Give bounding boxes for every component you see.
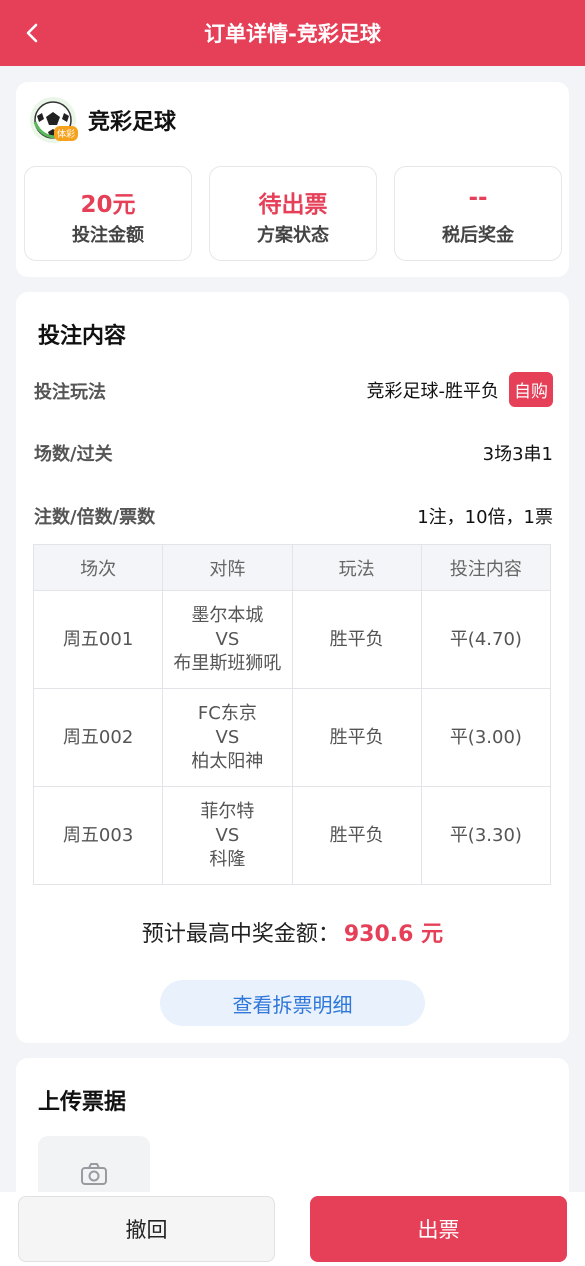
section-title: 投注内容: [38, 324, 127, 349]
stat-value: 20元: [80, 192, 136, 218]
page-title: 订单详情-竞彩足球: [204, 22, 381, 46]
vs-label: VS: [215, 628, 240, 650]
bet-pick: 平(3.00): [420, 688, 552, 787]
stat-after-tax-prize: -- 税后奖金: [394, 166, 562, 261]
camera-icon: [81, 1163, 107, 1185]
home-team: 墨尔本城: [191, 604, 264, 626]
self-buy-badge: 自购: [509, 372, 553, 407]
play-type: 胜平负: [291, 786, 422, 885]
column-header: 对阵: [162, 544, 293, 591]
lottery-header: 体彩 竞彩足球: [30, 96, 176, 144]
section-title: 上传票据: [38, 1090, 127, 1115]
matchup: FC东京 VS 柏太阳神: [162, 688, 293, 787]
home-team: FC东京: [197, 702, 257, 724]
bet-content-card: 投注内容 投注玩法 竞彩足球-胜平负 自购 场数/过关 3场3串1 注数/倍数/…: [16, 292, 569, 1043]
count-value: 1注，10倍，1票: [417, 507, 553, 528]
table-header-row: 场次 对阵 玩法 投注内容: [32, 544, 552, 591]
match-no: 周五002: [32, 688, 164, 787]
table-row: 周五002 FC东京 VS 柏太阳神 胜平负 平(3.00): [32, 688, 552, 787]
top-bar: 订单详情-竞彩足球: [0, 0, 585, 66]
stat-value: 待出票: [258, 192, 328, 218]
issue-ticket-button[interactable]: 出票: [310, 1196, 567, 1262]
view-ticket-detail-button[interactable]: 查看拆票明细: [160, 980, 425, 1026]
play-value: 竞彩足球-胜平负: [366, 380, 500, 402]
withdraw-button[interactable]: 撤回: [18, 1196, 275, 1262]
bottom-action-bar: 撤回 出票: [0, 1192, 585, 1266]
matchup: 菲尔特 VS 科隆: [162, 786, 293, 885]
play-type: 胜平负: [291, 590, 422, 689]
lottery-badge: 体彩: [53, 126, 78, 141]
bet-pick: 平(4.70): [420, 590, 552, 689]
away-team: 科隆: [209, 848, 246, 870]
stat-plan-status: 待出票 方案状态: [209, 166, 377, 261]
away-team: 柏太阳神: [191, 750, 264, 772]
pass-value: 3场3串1: [482, 444, 553, 465]
column-header: 投注内容: [420, 544, 552, 591]
play-type: 胜平负: [291, 688, 422, 787]
max-prize-value: 930.6 元: [343, 922, 444, 947]
summary-card: 体彩 竞彩足球 20元 投注金额 待出票 方案状态 -- 税后奖金: [16, 82, 569, 277]
column-header: 玩法: [291, 544, 422, 591]
vs-label: VS: [215, 824, 240, 846]
table-row: 周五003 菲尔特 VS 科隆 胜平负 平(3.30): [32, 786, 552, 885]
lottery-name: 竞彩足球: [88, 110, 177, 135]
count-label: 注数/倍数/票数: [34, 507, 156, 528]
bet-pick: 平(3.30): [420, 786, 552, 885]
vs-label: VS: [215, 726, 240, 748]
play-label: 投注玩法: [34, 382, 106, 403]
away-team: 布里斯班狮吼: [173, 652, 282, 674]
column-header: 场次: [32, 544, 164, 591]
table-row: 周五001 墨尔本城 VS 布里斯班狮吼 胜平负 平(4.70): [32, 590, 552, 689]
matchup: 墨尔本城 VS 布里斯班狮吼: [162, 590, 293, 689]
max-prize-label: 预计最高中奖金额：: [141, 922, 340, 947]
pass-label: 场数/过关: [34, 444, 113, 465]
match-table: 场次 对阵 玩法 投注内容 周五001 墨尔本城 VS 布里斯班狮吼 胜平负 平…: [32, 544, 552, 885]
play-value-row: 竞彩足球-胜平负 自购: [366, 372, 553, 407]
match-no: 周五003: [32, 786, 164, 885]
stat-bet-amount: 20元 投注金额: [24, 166, 192, 261]
stat-label: 方案状态: [257, 225, 329, 246]
home-team: 菲尔特: [200, 800, 255, 822]
stat-label: 投注金额: [72, 225, 144, 246]
stat-value: --: [468, 185, 488, 211]
max-prize: 预计最高中奖金额： 930.6 元: [16, 916, 569, 948]
stat-label: 税后奖金: [442, 225, 514, 246]
match-no: 周五001: [32, 590, 164, 689]
football-icon: 体彩: [30, 97, 78, 143]
